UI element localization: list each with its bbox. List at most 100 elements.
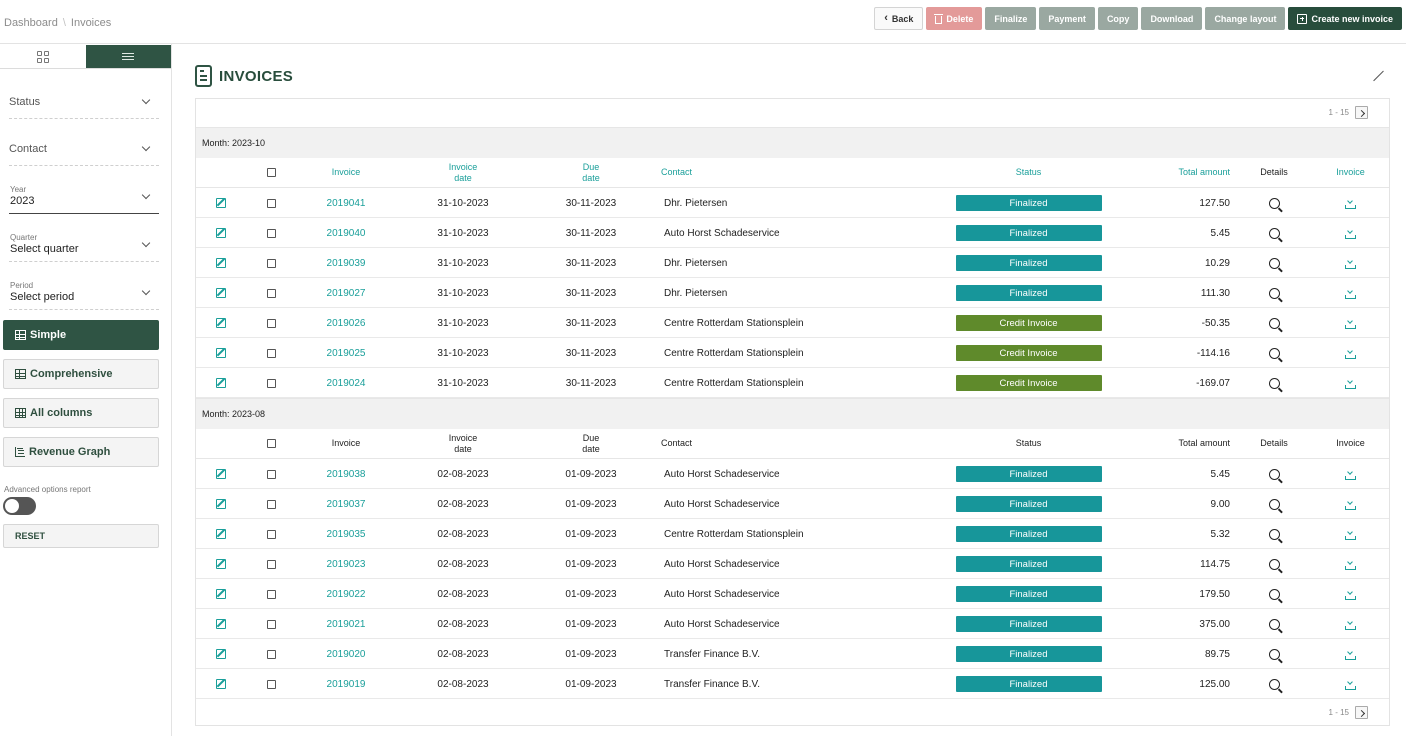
invoice-number-link[interactable]: 2019041	[327, 198, 366, 209]
search-icon[interactable]	[1268, 558, 1280, 570]
edit-icon[interactable]	[216, 348, 226, 358]
list-view-button[interactable]	[85, 45, 171, 68]
search-icon[interactable]	[1268, 377, 1280, 389]
next-page-button[interactable]	[1355, 706, 1368, 719]
download-icon[interactable]	[1345, 559, 1356, 570]
header-total[interactable]: Total amount	[1116, 428, 1230, 459]
status-filter[interactable]: Status	[9, 90, 159, 119]
row-checkbox[interactable]	[266, 258, 276, 268]
table-row[interactable]: 2019035 02-08-2023 01-09-2023 Centre Rotter…	[196, 519, 1389, 549]
search-icon[interactable]	[1268, 618, 1280, 630]
edit-icon[interactable]	[216, 589, 226, 599]
select-all-checkbox[interactable]	[266, 439, 276, 448]
table-row[interactable]: 2019019 02-08-2023 01-09-2023 Transfer Fina…	[196, 669, 1389, 699]
search-icon[interactable]	[1268, 468, 1280, 480]
edit-icon[interactable]	[216, 559, 226, 569]
row-checkbox[interactable]	[266, 559, 276, 569]
edit-icon[interactable]	[216, 679, 226, 689]
search-icon[interactable]	[1268, 498, 1280, 510]
header-file[interactable]: Invoice	[1312, 428, 1389, 459]
invoice-number-link[interactable]: 2019020	[327, 649, 366, 660]
edit-icon[interactable]	[216, 499, 226, 509]
row-checkbox[interactable]	[266, 288, 276, 298]
invoice-number-link[interactable]: 2019038	[327, 469, 366, 480]
header-due[interactable]: Due date	[530, 157, 652, 188]
edit-icon[interactable]	[216, 469, 226, 479]
search-icon[interactable]	[1268, 588, 1280, 600]
layout-revenue-graph-button[interactable]: Revenue Graph	[3, 437, 159, 467]
table-row[interactable]: 2019041 31-10-2023 30-11-2023 Dhr. Pieterse…	[196, 188, 1389, 218]
change-layout-button[interactable]: Change layout	[1205, 7, 1286, 30]
reset-button[interactable]: RESET	[3, 524, 159, 548]
table-row[interactable]: 2019027 31-10-2023 30-11-2023 Dhr. Pieterse…	[196, 278, 1389, 308]
download-icon[interactable]	[1345, 529, 1356, 540]
search-icon[interactable]	[1268, 648, 1280, 660]
download-icon[interactable]	[1345, 348, 1356, 359]
edit-icon[interactable]	[216, 228, 226, 238]
row-checkbox[interactable]	[266, 619, 276, 629]
table-row[interactable]: 2019039 31-10-2023 30-11-2023 Dhr. Pieterse…	[196, 248, 1389, 278]
table-row[interactable]: 2019021 02-08-2023 01-09-2023 Auto Horst Sc…	[196, 609, 1389, 639]
download-icon[interactable]	[1345, 679, 1356, 690]
row-checkbox[interactable]	[266, 499, 276, 509]
download-icon[interactable]	[1345, 288, 1356, 299]
search-icon[interactable]	[1268, 287, 1280, 299]
invoice-number-link[interactable]: 2019026	[327, 318, 366, 329]
edit-icon[interactable]	[216, 258, 226, 268]
edit-icon[interactable]	[216, 318, 226, 328]
layout-all-columns-button[interactable]: All columns	[3, 398, 159, 428]
year-filter[interactable]: Year 2023	[9, 182, 159, 214]
invoice-number-link[interactable]: 2019035	[327, 529, 366, 540]
invoice-number-link[interactable]: 2019024	[327, 378, 366, 389]
row-checkbox[interactable]	[266, 228, 276, 238]
table-row[interactable]: 2019024 31-10-2023 30-11-2023 Centre Rotter…	[196, 368, 1389, 398]
finalize-button[interactable]: Finalize	[985, 7, 1037, 30]
row-checkbox[interactable]	[266, 348, 276, 358]
invoice-number-link[interactable]: 2019023	[327, 559, 366, 570]
header-file[interactable]: Invoice	[1312, 157, 1389, 188]
search-icon[interactable]	[1268, 197, 1280, 209]
table-row[interactable]: 2019040 31-10-2023 30-11-2023 Auto Horst Sc…	[196, 218, 1389, 248]
quarter-filter[interactable]: Quarter Select quarter	[9, 230, 159, 262]
row-checkbox[interactable]	[266, 589, 276, 599]
table-row[interactable]: 2019025 31-10-2023 30-11-2023 Centre Rotter…	[196, 338, 1389, 368]
download-icon[interactable]	[1345, 318, 1356, 329]
header-status[interactable]: Status	[941, 428, 1116, 459]
header-invoice[interactable]: Invoice	[296, 157, 396, 188]
back-button[interactable]: ‹ Back	[874, 7, 924, 30]
delete-button[interactable]: Delete	[926, 7, 983, 30]
download-button[interactable]: Download	[1141, 7, 1203, 30]
search-icon[interactable]	[1268, 227, 1280, 239]
search-icon[interactable]	[1268, 347, 1280, 359]
download-icon[interactable]	[1345, 198, 1356, 209]
invoice-number-link[interactable]: 2019040	[327, 228, 366, 239]
invoice-number-link[interactable]: 2019019	[327, 679, 366, 690]
invoice-number-link[interactable]: 2019021	[327, 619, 366, 630]
grid-view-button[interactable]	[0, 45, 86, 68]
header-due[interactable]: Due date	[530, 428, 652, 459]
edit-icon[interactable]	[216, 288, 226, 298]
header-date[interactable]: Invoice date	[396, 157, 530, 188]
row-checkbox[interactable]	[266, 679, 276, 689]
contact-filter[interactable]: Contact	[9, 137, 159, 166]
download-icon[interactable]	[1345, 258, 1356, 269]
download-icon[interactable]	[1345, 228, 1356, 239]
row-checkbox[interactable]	[266, 529, 276, 539]
download-icon[interactable]	[1345, 499, 1356, 510]
download-icon[interactable]	[1345, 589, 1356, 600]
invoice-number-link[interactable]: 2019037	[327, 499, 366, 510]
period-filter[interactable]: Period Select period	[9, 278, 159, 310]
edit-icon[interactable]	[216, 619, 226, 629]
edit-icon[interactable]	[216, 649, 226, 659]
layout-comprehensive-button[interactable]: Comprehensive	[3, 359, 159, 389]
table-row[interactable]: 2019020 02-08-2023 01-09-2023 Transfer Fina…	[196, 639, 1389, 669]
table-row[interactable]: 2019038 02-08-2023 01-09-2023 Auto Horst Sc…	[196, 459, 1389, 489]
edit-icon[interactable]	[216, 529, 226, 539]
header-contact[interactable]: Contact	[661, 428, 941, 459]
table-row[interactable]: 2019037 02-08-2023 01-09-2023 Auto Horst Sc…	[196, 489, 1389, 519]
create-invoice-button[interactable]: Create new invoice	[1288, 7, 1402, 30]
header-contact[interactable]: Contact	[661, 157, 941, 188]
row-checkbox[interactable]	[266, 378, 276, 388]
search-icon[interactable]	[1268, 678, 1280, 690]
expand-icon[interactable]	[1373, 70, 1384, 81]
